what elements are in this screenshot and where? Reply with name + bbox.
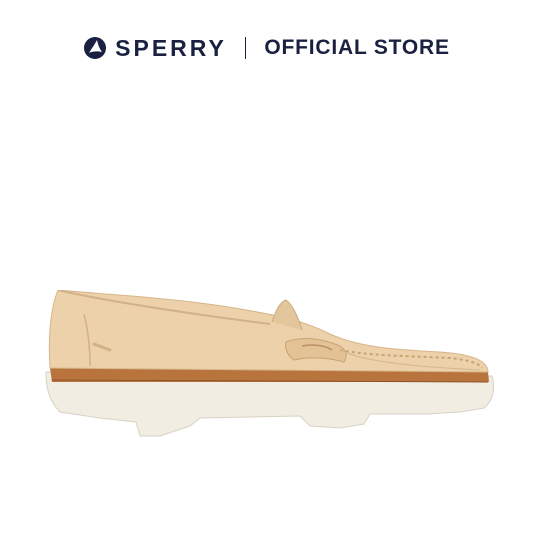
brand-logo: SPERRY: [83, 35, 227, 62]
store-header: SPERRY OFFICIAL STORE: [0, 30, 533, 66]
header-divider: [244, 37, 247, 59]
sailboat-logo-icon: [84, 37, 107, 59]
product-image: [40, 290, 500, 470]
brand-name: SPERRY: [115, 34, 227, 61]
penny-loafer-shoe-image: [45, 290, 495, 437]
shoe-upper: [48, 290, 489, 373]
store-label: OFFICIAL STORE: [264, 36, 450, 59]
